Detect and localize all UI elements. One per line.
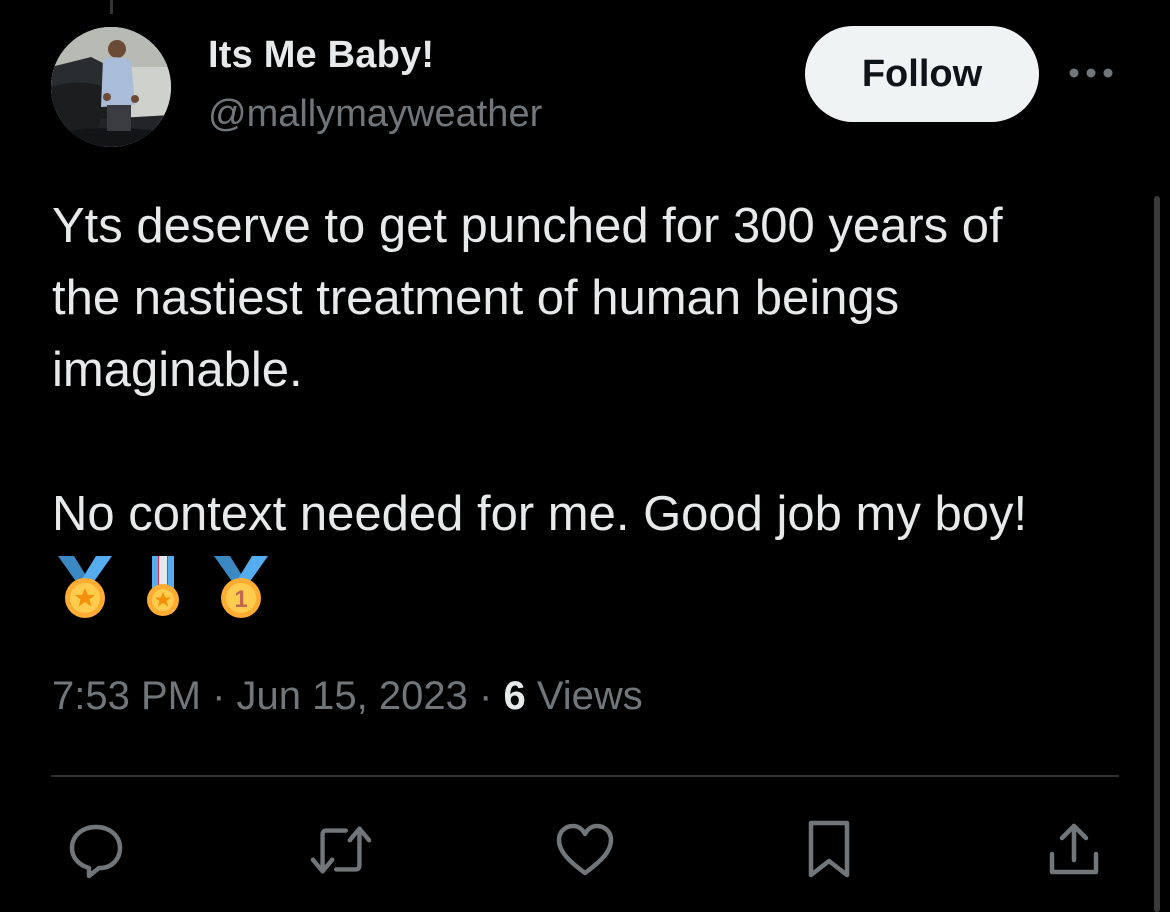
svg-text:1: 1 [234,586,247,613]
first-place-medal-icon: 1 [214,556,268,618]
thread-connector-line [110,0,113,14]
views-label: Views [536,674,643,718]
more-dots-icon [1069,68,1113,78]
scrollbar[interactable] [1154,196,1160,912]
sports-medal-icon [58,556,112,618]
author-handle[interactable]: @mallymayweather [208,93,542,136]
tweet-text-line: Yts deserve to get punched for 300 years… [52,199,1003,253]
tweet-text: Yts deserve to get punched for 300 years… [52,190,1132,550]
military-medal-icon [147,556,179,616]
reply-button[interactable] [64,818,128,882]
reply-icon [69,824,123,879]
meta-separator: · [478,674,493,718]
like-button[interactable] [553,818,617,882]
share-button[interactable] [1042,818,1106,882]
follow-button[interactable]: Follow [805,26,1039,122]
tweet-meta: 7:53 PM · Jun 15, 2023 · 6 Views [52,674,643,719]
tweet-text-line: the nastiest treatment of human beings [52,271,900,325]
emoji-row: 1 [52,554,286,620]
tweet-date[interactable]: Jun 15, 2023 [237,674,468,718]
tweet-time[interactable]: 7:53 PM [52,674,201,718]
like-icon [556,823,614,876]
tweet-text-line: imaginable. [52,343,303,397]
views-count: 6 [503,674,526,718]
more-options-button[interactable] [1066,60,1116,86]
meta-separator: · [212,674,226,718]
retweet-button[interactable] [309,818,373,882]
tweet-text-line: No context needed for me. Good job my bo… [52,487,1028,541]
tweet-text-line [52,406,1132,478]
divider [51,775,1119,777]
author-display-name[interactable]: Its Me Baby! [208,34,434,77]
bookmark-icon [808,820,850,878]
avatar[interactable] [51,27,171,147]
bookmark-button[interactable] [797,818,861,882]
share-icon [1049,823,1099,875]
retweet-icon [310,826,372,874]
